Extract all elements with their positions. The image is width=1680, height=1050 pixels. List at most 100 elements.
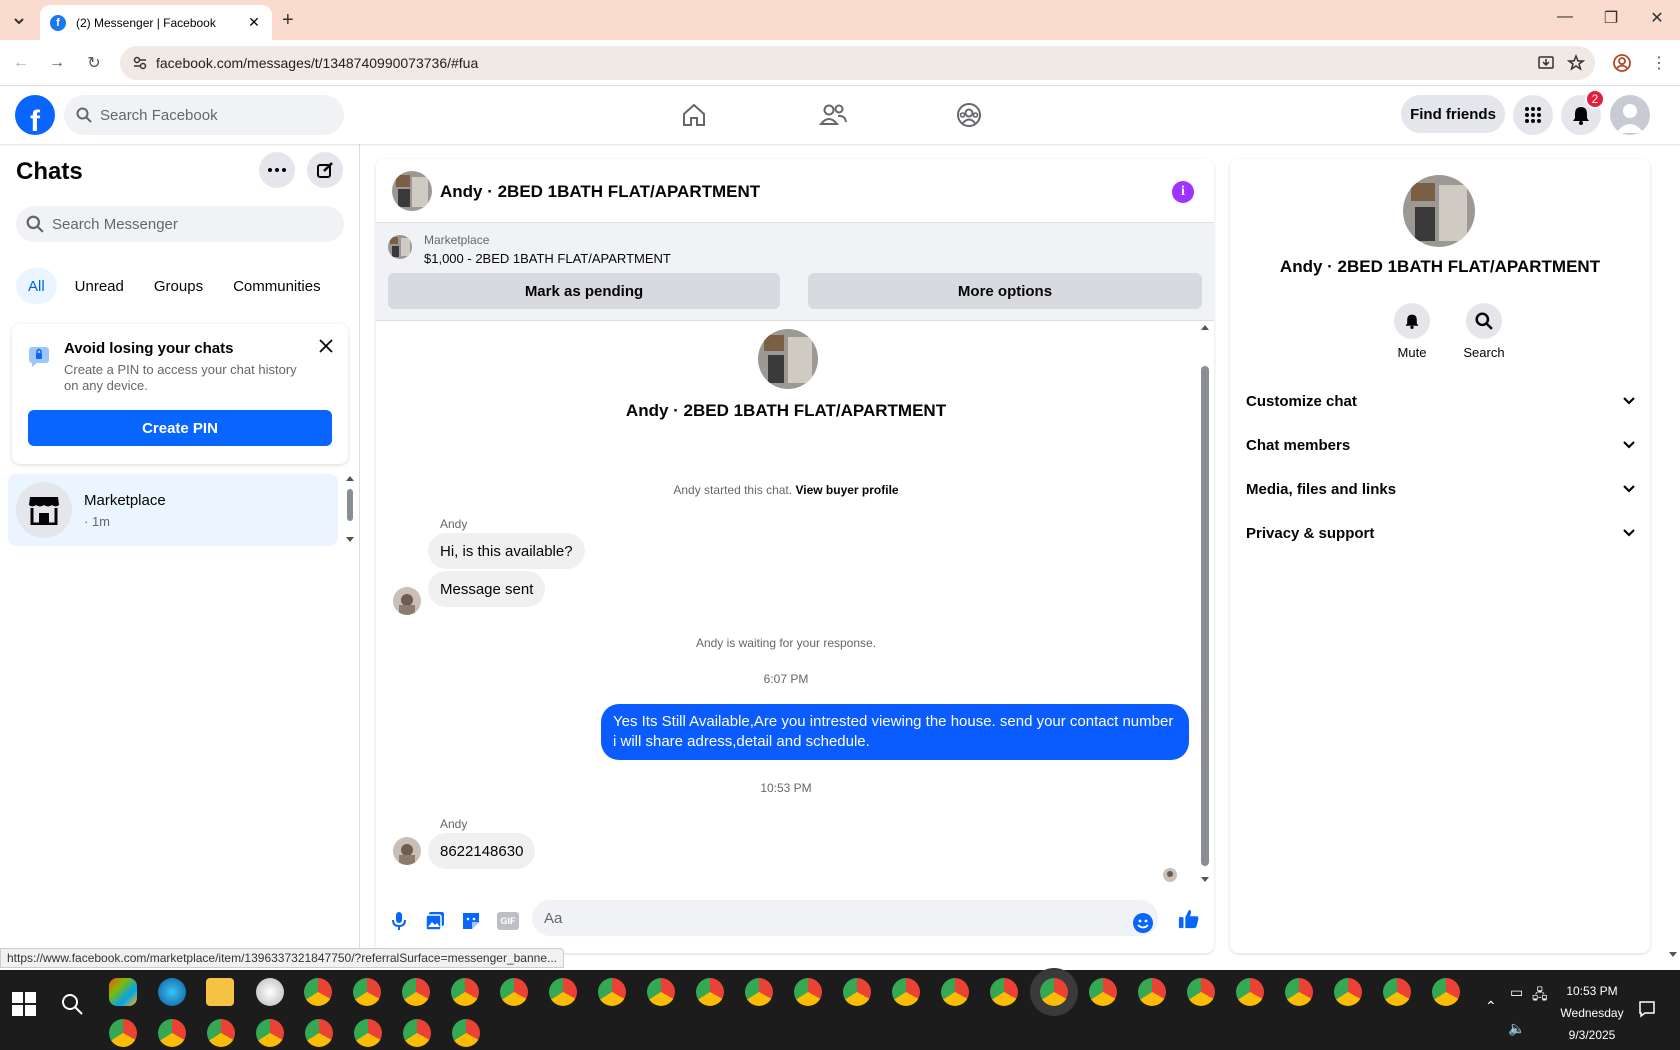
attach-photo-icon[interactable] [424,910,446,932]
install-app-icon[interactable] [1537,54,1555,72]
copilot-app-icon[interactable] [109,978,137,1006]
sticker-icon[interactable] [460,910,482,932]
new-tab-icon[interactable]: + [282,9,294,32]
chrome-app-icon-active[interactable] [1040,978,1068,1006]
site-info-icon[interactable] [132,55,148,71]
chrome-app-icon[interactable] [354,1019,382,1047]
listing-thumbnail[interactable] [388,235,412,259]
conversation-marketplace[interactable]: Marketplace · 1m [8,474,338,546]
minimize-icon[interactable]: — [1550,8,1580,26]
chrome-app-icon[interactable] [1432,978,1460,1006]
messenger-search-input[interactable]: Search Messenger [16,206,344,242]
menu-grid-icon[interactable] [1513,95,1553,135]
privacy-support-row[interactable]: Privacy & support [1246,513,1636,553]
file-explorer-icon[interactable] [206,978,234,1006]
back-icon[interactable]: ← [10,52,32,74]
chrome-app-icon[interactable] [403,1019,431,1047]
chrome-app-icon[interactable] [1138,978,1166,1006]
facebook-logo-icon[interactable]: f [15,95,55,135]
chrome-app-icon[interactable] [1334,978,1362,1006]
chrome-app-icon[interactable] [696,978,724,1006]
chrome-app-icon[interactable] [353,978,381,1006]
chrome-app-icon[interactable] [598,978,626,1006]
browser-tab[interactable]: f (2) Messenger | Facebook ✕ [40,5,272,40]
chrome-app-icon[interactable] [158,1019,186,1047]
forward-icon[interactable]: → [46,52,68,74]
customize-chat-row[interactable]: Customize chat [1246,381,1636,421]
meet-now-icon[interactable]: ▭ [1510,984,1523,1001]
chrome-app-icon[interactable] [1236,978,1264,1006]
outgoing-message[interactable]: Yes Its Still Available,Are you intreste… [601,704,1189,760]
taskbar-clock[interactable]: 10:53 PM Wednesday 9/3/2025 [1560,980,1624,1046]
chrome-app-icon[interactable] [451,978,479,1006]
chat-scrollbar[interactable] [1196,321,1214,886]
filter-groups[interactable]: Groups [142,268,215,304]
chat-header-name[interactable]: Andy · 2BED 1BATH FLAT/APARTMENT [440,182,760,202]
incoming-message[interactable]: 8622148630 [428,833,536,869]
scroll-up-icon[interactable] [1200,323,1210,331]
chats-options-icon[interactable] [259,152,295,188]
url-field[interactable]: facebook.com/messages/t/1348740990073736… [120,46,1595,80]
incoming-message[interactable]: Message sent [428,571,546,607]
notification-center-icon[interactable] [1638,1000,1656,1018]
sender-avatar[interactable] [393,837,421,865]
profile-icon[interactable] [1612,53,1632,73]
chrome-app-icon[interactable] [1187,978,1215,1006]
home-icon[interactable] [678,99,710,131]
chrome-app-icon[interactable] [549,978,577,1006]
thumbs-up-icon[interactable] [1178,908,1200,930]
chrome-app-icon[interactable] [256,1019,284,1047]
chrome-app-icon[interactable] [452,1019,480,1047]
voice-clip-icon[interactable] [388,910,410,932]
chrome-app-icon[interactable] [207,1019,235,1047]
details-avatar[interactable] [1403,175,1475,247]
gif-icon[interactable]: GIF [496,910,520,932]
sender-avatar[interactable] [393,587,421,615]
filter-all[interactable]: All [16,268,57,304]
window-close-icon[interactable]: ✕ [1642,8,1672,28]
facebook-search-input[interactable]: Search Facebook [64,95,344,135]
create-pin-button[interactable]: Create PIN [28,410,332,446]
sidebar-scrollbar[interactable] [345,474,355,544]
chat-scroll-thumb[interactable] [1201,366,1209,866]
new-message-icon[interactable] [307,152,343,188]
close-icon[interactable] [316,336,336,356]
tab-search-menu-icon[interactable] [8,10,30,32]
mark-as-pending-button[interactable]: Mark as pending [388,273,780,309]
mute-button[interactable]: Mute [1382,303,1442,360]
groups-icon[interactable] [953,99,985,131]
tab-close-icon[interactable]: ✕ [246,14,262,31]
account-avatar[interactable] [1610,95,1650,135]
chrome-app-icon[interactable] [990,978,1018,1006]
filter-unread[interactable]: Unread [63,268,136,304]
bookmark-star-icon[interactable] [1567,54,1585,72]
view-buyer-profile-link[interactable]: View buyer profile [795,483,898,497]
more-options-button[interactable]: More options [808,273,1202,309]
contact-large-avatar[interactable] [758,329,818,389]
contact-avatar[interactable] [392,171,432,211]
incoming-message[interactable]: Hi, is this available? [428,533,585,569]
message-input[interactable]: Aa [532,900,1158,936]
listing-title[interactable]: $1,000 - 2BED 1BATH FLAT/APARTMENT [424,251,671,266]
filter-communities[interactable]: Communities [221,268,333,304]
friends-icon[interactable] [817,99,849,131]
chrome-app-icon[interactable] [745,978,773,1006]
chrome-app-icon[interactable] [843,978,871,1006]
reload-icon[interactable]: ↻ [83,52,105,74]
scroll-down-icon[interactable] [1200,876,1210,884]
windows-start-icon[interactable] [12,992,36,1016]
edge-app-icon[interactable] [158,978,186,1006]
chrome-app-icon[interactable] [892,978,920,1006]
chrome-app-icon[interactable] [402,978,430,1006]
chrome-app-icon[interactable] [305,1019,333,1047]
search-in-chat-button[interactable]: Search [1454,303,1514,360]
show-hidden-icons[interactable]: ⌃ [1485,998,1497,1015]
chat-members-row[interactable]: Chat members [1246,425,1636,465]
browser-menu-icon[interactable]: ⋮ [1648,52,1670,74]
chrome-app-icon[interactable] [500,978,528,1006]
chrome-app-icon[interactable] [941,978,969,1006]
chrome-app-icon[interactable] [304,978,332,1006]
media-files-links-row[interactable]: Media, files and links [1246,469,1636,509]
network-icon[interactable]: 🖧 [1532,984,1548,1008]
chrome-app-icon[interactable] [109,1019,137,1047]
